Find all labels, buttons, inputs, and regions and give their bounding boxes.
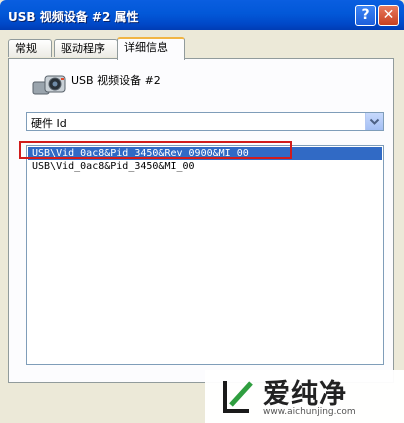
red-highlight-box [19,141,292,159]
tab-details[interactable]: 详细信息 [117,37,185,60]
values-list[interactable]: USB\Vid_0ac8&Pid_3450&Rev_0900&MI_00 USB… [26,145,384,365]
watermark: 爱纯净 www.aichunjing.com [205,370,404,423]
brand-logo-icon [223,381,253,413]
brand-url: www.aichunjing.com [263,407,356,417]
dropdown-button[interactable] [365,113,383,130]
device-name: USB 视频设备 #2 [71,74,161,87]
property-select[interactable]: 硬件 Id [26,112,384,131]
window-title: USB 视频设备 #2 属性 [8,10,139,24]
list-item[interactable]: USB\Vid_0ac8&Pid_3450&MI_00 [28,160,382,173]
camera-icon [32,75,66,95]
tab-driver[interactable]: 驱动程序 [54,39,118,57]
brand-name: 爱纯净 [263,379,347,410]
property-select-value: 硬件 Id [31,117,67,130]
close-button[interactable]: ✕ [378,5,399,26]
title-bar[interactable]: USB 视频设备 #2 属性 ? ✕ [0,0,404,30]
tab-general[interactable]: 常规 [8,39,52,57]
chevron-down-icon [369,118,380,125]
details-panel: USB 视频设备 #2 硬件 Id USB\Vid_0ac8&Pid_3450&… [8,58,394,383]
help-button[interactable]: ? [355,5,376,26]
